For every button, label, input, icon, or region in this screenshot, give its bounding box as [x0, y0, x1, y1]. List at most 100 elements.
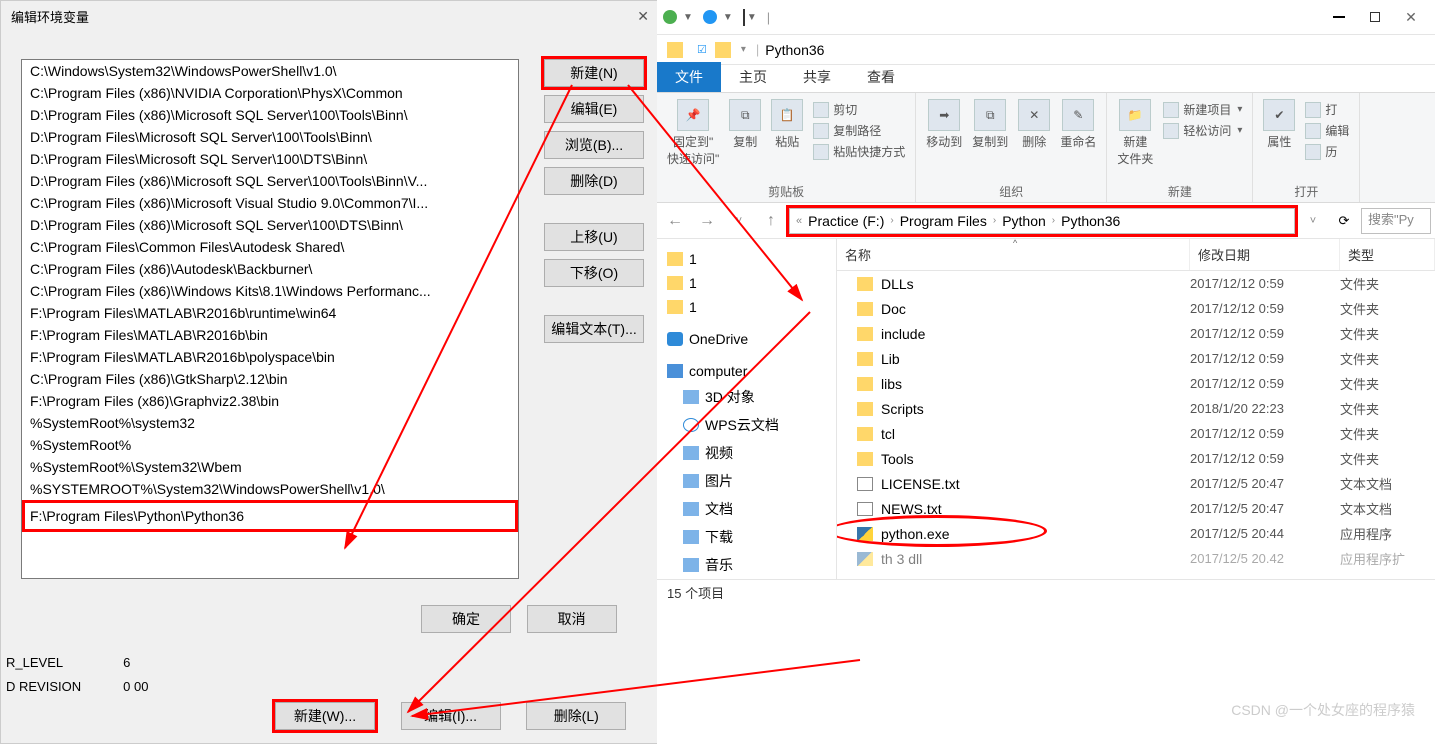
- copy-path-button[interactable]: 复制路径: [813, 122, 905, 139]
- file-row[interactable]: tcl2017/12/12 0:59文件夹: [837, 421, 1435, 446]
- move-down-button[interactable]: 下移(O): [544, 259, 644, 287]
- file-row[interactable]: Lib2017/12/12 0:59文件夹: [837, 346, 1435, 371]
- tree-item[interactable]: 1: [661, 247, 832, 271]
- open-button[interactable]: 打: [1305, 101, 1349, 118]
- breadcrumb-segment[interactable]: Program Files: [898, 213, 989, 229]
- path-list-item[interactable]: F:\Program Files\MATLAB\R2016b\bin: [22, 324, 518, 346]
- edit-button[interactable]: 编辑: [1305, 122, 1349, 139]
- column-name[interactable]: 名称^: [837, 239, 1190, 270]
- nav-tree[interactable]: 1 1 1 OneDrive computer 3D 对象 WPS云文档 视频 …: [657, 239, 837, 579]
- path-list-item[interactable]: %SYSTEMROOT%\System32\WindowsPowerShell\…: [22, 478, 518, 500]
- path-list-item[interactable]: C:\Program Files (x86)\Microsoft Visual …: [22, 192, 518, 214]
- easy-access-button[interactable]: 轻松访问▾: [1163, 122, 1242, 139]
- new-folder-button[interactable]: 📁新建 文件夹: [1117, 99, 1153, 167]
- edit-var-button[interactable]: 编辑(I)...: [401, 702, 501, 730]
- close-icon[interactable]: ✕: [637, 8, 649, 25]
- path-list-item[interactable]: D:\Program Files\Microsoft SQL Server\10…: [22, 126, 518, 148]
- file-row[interactable]: python.exe2017/12/5 20:44应用程序: [837, 521, 1435, 546]
- path-list-item[interactable]: %SystemRoot%: [22, 434, 518, 456]
- breadcrumb-segment[interactable]: Python36: [1059, 213, 1122, 229]
- path-list-item[interactable]: %SystemRoot%\system32: [22, 412, 518, 434]
- file-row[interactable]: LICENSE.txt2017/12/5 20:47文本文档: [837, 471, 1435, 496]
- pin-button[interactable]: 📌固定到" 快速访问": [667, 99, 719, 167]
- delete-var-button[interactable]: 删除(L): [526, 702, 626, 730]
- breadcrumb-segment[interactable]: Python: [1000, 213, 1048, 229]
- tree-item-downloads[interactable]: 下载: [661, 523, 832, 551]
- paste-button[interactable]: 📋粘贴: [771, 99, 803, 167]
- tree-item-wps[interactable]: WPS云文档: [661, 411, 832, 439]
- path-list-item[interactable]: C:\Program Files (x86)\GtkSharp\2.12\bin: [22, 368, 518, 390]
- chevron-down-icon[interactable]: ▼: [683, 12, 693, 23]
- path-list-item[interactable]: %SystemRoot%\System32\Wbem: [22, 456, 518, 478]
- rename-button[interactable]: ✎重命名: [1060, 99, 1096, 150]
- tab-share[interactable]: 共享: [785, 62, 849, 92]
- path-list-item[interactable]: F:\Program Files\MATLAB\R2016b\polyspace…: [22, 346, 518, 368]
- copy-to-button[interactable]: ⧉复制到: [972, 99, 1008, 150]
- column-date[interactable]: 修改日期: [1190, 239, 1340, 270]
- path-list-item[interactable]: D:\Program Files (x86)\Microsoft SQL Ser…: [22, 170, 518, 192]
- column-type[interactable]: 类型: [1340, 239, 1435, 270]
- browse-button[interactable]: 浏览(B)...: [544, 131, 644, 159]
- new-var-button[interactable]: 新建(W)...: [275, 702, 375, 730]
- history-button[interactable]: 历: [1305, 143, 1349, 160]
- refresh-icon[interactable]: ⟳: [1331, 213, 1357, 229]
- address-bar[interactable]: « Practice (F:)›Program Files›Python›Pyt…: [789, 208, 1295, 234]
- path-list[interactable]: C:\Windows\System32\WindowsPowerShell\v1…: [21, 59, 519, 579]
- path-list-item[interactable]: D:\Program Files (x86)\Microsoft SQL Ser…: [22, 214, 518, 236]
- cut-button[interactable]: 剪切: [813, 101, 905, 118]
- file-row[interactable]: NEWS.txt2017/12/5 20:47文本文档: [837, 496, 1435, 521]
- file-row[interactable]: libs2017/12/12 0:59文件夹: [837, 371, 1435, 396]
- path-list-item[interactable]: F:\Program Files (x86)\Graphviz2.38\bin: [22, 390, 518, 412]
- tree-item[interactable]: 1: [661, 295, 832, 319]
- file-row[interactable]: Scripts2018/1/20 22:23文件夹: [837, 396, 1435, 421]
- overflow-icon[interactable]: ▾: [741, 44, 746, 55]
- tab-home[interactable]: 主页: [721, 62, 785, 92]
- up-icon[interactable]: ↑: [757, 207, 785, 235]
- tree-item-documents[interactable]: 文档: [661, 495, 832, 523]
- tree-item-videos[interactable]: 视频: [661, 439, 832, 467]
- minimize-icon[interactable]: [1321, 3, 1357, 31]
- tab-file[interactable]: 文件: [657, 62, 721, 92]
- move-to-button[interactable]: ➡移动到: [926, 99, 962, 150]
- tree-item-onedrive[interactable]: OneDrive: [661, 327, 832, 351]
- file-row[interactable]: Doc2017/12/12 0:59文件夹: [837, 296, 1435, 321]
- edit-button[interactable]: 编辑(E): [544, 95, 644, 123]
- search-input[interactable]: 搜索"Py: [1361, 208, 1431, 234]
- tree-item-pictures[interactable]: 图片: [661, 467, 832, 495]
- file-row[interactable]: DLLs2017/12/12 0:59文件夹: [837, 271, 1435, 296]
- maximize-icon[interactable]: [1357, 3, 1393, 31]
- tree-item-3d[interactable]: 3D 对象: [661, 383, 832, 411]
- properties-button[interactable]: ✔属性: [1263, 99, 1295, 162]
- tree-item-music[interactable]: 音乐: [661, 551, 832, 579]
- edit-text-button[interactable]: 编辑文本(T)...: [544, 315, 644, 343]
- path-list-item[interactable]: C:\Program Files\Common Files\Autodesk S…: [22, 236, 518, 258]
- ok-button[interactable]: 确定: [421, 605, 511, 633]
- tree-item-computer[interactable]: computer: [661, 359, 832, 383]
- breadcrumb-segment[interactable]: Practice (F:): [806, 213, 886, 229]
- back-icon[interactable]: ←: [661, 207, 689, 235]
- move-up-button[interactable]: 上移(U): [544, 223, 644, 251]
- path-list-item[interactable]: D:\Program Files (x86)\Microsoft SQL Ser…: [22, 104, 518, 126]
- path-list-item[interactable]: C:\Program Files (x86)\Autodesk\Backburn…: [22, 258, 518, 280]
- copy-button[interactable]: ⧉复制: [729, 99, 761, 167]
- newtab-icon[interactable]: [743, 10, 745, 25]
- chevron-down-icon[interactable]: ▼: [747, 12, 757, 23]
- new-item-button[interactable]: 新建项目▾: [1163, 101, 1242, 118]
- new-button[interactable]: 新建(N): [544, 59, 644, 87]
- checkbox-outline-icon[interactable]: ☑: [697, 43, 707, 56]
- paste-shortcut-button[interactable]: 粘贴快捷方式: [813, 143, 905, 160]
- cancel-button[interactable]: 取消: [527, 605, 617, 633]
- path-list-item[interactable]: F:\Program Files\MATLAB\R2016b\runtime\w…: [22, 302, 518, 324]
- path-list-item[interactable]: C:\Windows\System32\WindowsPowerShell\v1…: [22, 60, 518, 82]
- chevron-down-icon[interactable]: ▼: [723, 12, 733, 23]
- path-list-item[interactable]: D:\Program Files\Microsoft SQL Server\10…: [22, 148, 518, 170]
- tree-item[interactable]: 1: [661, 271, 832, 295]
- path-list-item[interactable]: F:\Program Files\Python\Python36: [22, 500, 518, 532]
- delete-button[interactable]: ✕删除: [1018, 99, 1050, 150]
- forward-icon[interactable]: →: [693, 207, 721, 235]
- tab-view[interactable]: 查看: [849, 62, 913, 92]
- path-list-item[interactable]: C:\Program Files (x86)\Windows Kits\8.1\…: [22, 280, 518, 302]
- address-dropdown-icon[interactable]: ˅: [1299, 207, 1327, 235]
- path-list-item[interactable]: C:\Program Files (x86)\NVIDIA Corporatio…: [22, 82, 518, 104]
- close-icon[interactable]: ✕: [1393, 3, 1429, 31]
